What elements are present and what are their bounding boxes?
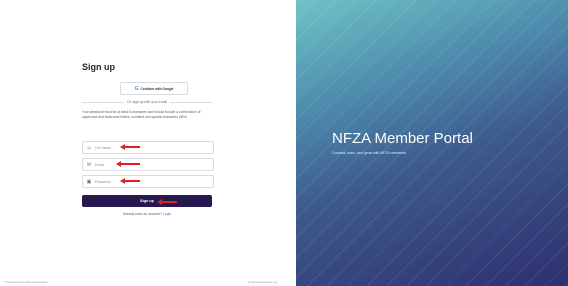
password-hint: Your password must be at least 8 charact…: [82, 110, 201, 119]
annotation-arrow-sign-up: [157, 199, 177, 205]
signup-form: Sign up G Continue with Google Or, sign …: [82, 62, 214, 216]
email-field[interactable]: ✉ Email: [82, 158, 214, 171]
continue-with-google-button[interactable]: G Continue with Google: [120, 82, 188, 95]
password-field[interactable]: ▣ Password: [82, 175, 214, 188]
divider-line-left: [82, 101, 125, 103]
lock-icon: ▣: [86, 178, 92, 185]
page-title: Sign up: [82, 62, 115, 72]
sign-up-button[interactable]: Sign up: [82, 195, 212, 207]
sign-up-button-label: Sign up: [140, 199, 154, 203]
password-placeholder: Password: [95, 179, 111, 184]
login-row: Already have an account? Login: [82, 212, 212, 216]
annotation-arrow-full-name: [120, 144, 140, 150]
portal-title: NFZA Member Portal: [332, 130, 473, 147]
divider-text: Or, sign up with your email: [127, 100, 167, 104]
or-divider: Or, sign up with your email: [82, 100, 213, 104]
login-prompt: Already have an account?: [122, 212, 162, 216]
login-link[interactable]: Login: [163, 212, 171, 216]
mail-icon: ✉: [86, 161, 92, 168]
google-button-label: Continue with Google: [140, 86, 174, 91]
footer-contact: info@nfzamembers.org: [248, 280, 278, 284]
signup-panel: Sign up G Continue with Google Or, sign …: [0, 0, 296, 286]
full-name-field[interactable]: ☺ Full name: [82, 141, 214, 154]
portal-subtitle: Connect, learn, and grow with NFZA membe…: [332, 151, 407, 155]
footer-copyright: © National Fluid Power Association: [4, 280, 48, 284]
annotation-arrow-email: [116, 161, 140, 167]
brand-panel: NFZA Member Portal Connect, learn, and g…: [296, 0, 568, 286]
user-icon: ☺: [86, 144, 92, 151]
divider-line-right: [169, 101, 213, 103]
email-placeholder: Email: [95, 162, 104, 167]
full-name-placeholder: Full name: [95, 145, 111, 150]
annotation-arrow-password: [120, 178, 140, 184]
google-icon: G: [134, 85, 139, 92]
brand-block: NFZA Member Portal Connect, learn, and g…: [332, 130, 473, 155]
